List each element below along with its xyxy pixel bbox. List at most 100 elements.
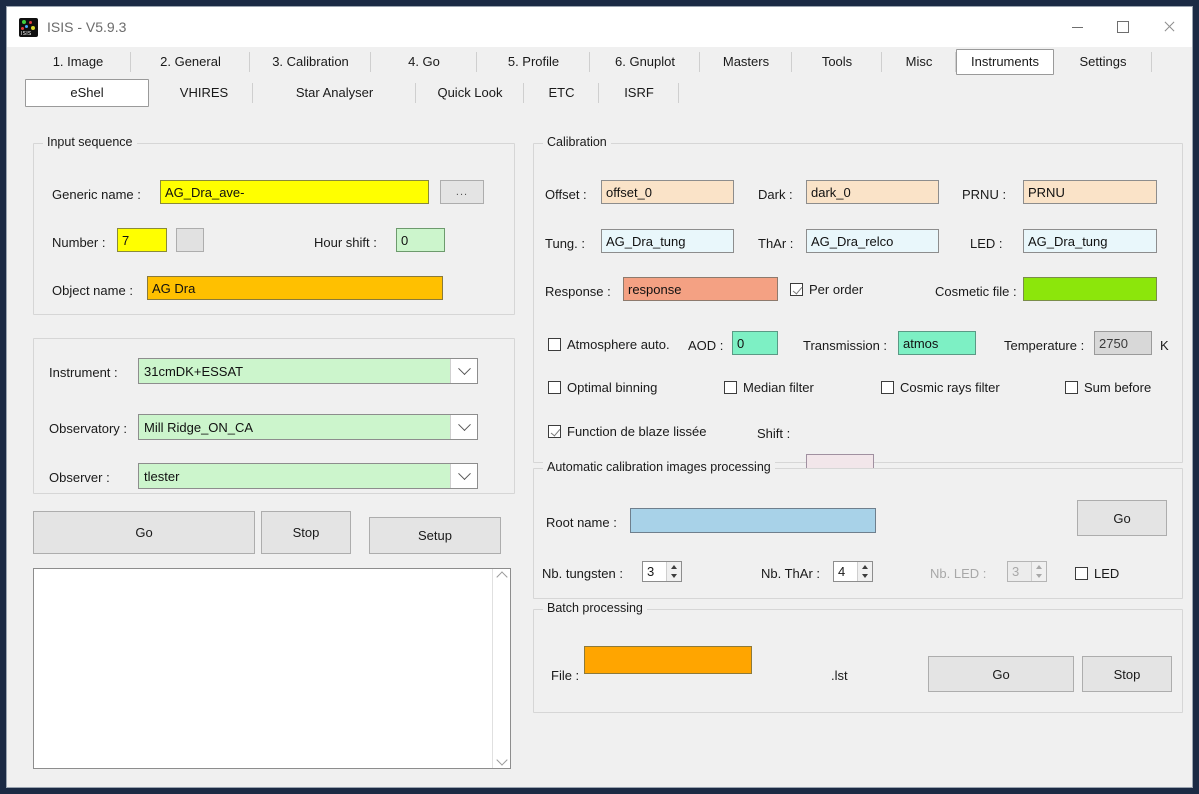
- number-input[interactable]: 7: [117, 228, 167, 252]
- observer-select[interactable]: tlester: [138, 463, 478, 489]
- nb-thar-spinner[interactable]: 4: [833, 561, 873, 582]
- tab-isrf[interactable]: ISRF: [599, 80, 679, 106]
- tab-masters[interactable]: Masters: [700, 49, 792, 75]
- spinner-arrows[interactable]: [666, 562, 681, 581]
- log-scrollbar[interactable]: [492, 569, 510, 768]
- log-content[interactable]: [34, 569, 492, 768]
- batch-processing-legend: Batch processing: [543, 601, 647, 615]
- cosmetic-file-input[interactable]: [1023, 277, 1157, 301]
- tab-label: 1. Image: [53, 54, 104, 69]
- tab-instruments[interactable]: Instruments: [956, 49, 1054, 75]
- object-name-input[interactable]: AG Dra: [147, 276, 443, 300]
- tab-go[interactable]: 4. Go: [371, 49, 477, 75]
- batch-file-input[interactable]: [584, 646, 752, 674]
- sum-before-checkbox[interactable]: Sum before: [1065, 380, 1151, 395]
- checkbox-box: [1075, 567, 1088, 580]
- batch-processing-group: Batch processing File : .lst Go Stop: [533, 609, 1183, 713]
- spinner-up-icon[interactable]: [858, 562, 872, 572]
- transmission-input[interactable]: atmos: [898, 331, 976, 355]
- nb-thar-label: Nb. ThAr :: [761, 566, 820, 581]
- batch-stop-button[interactable]: Stop: [1082, 656, 1172, 692]
- tab-image[interactable]: 1. Image: [25, 49, 131, 75]
- spinner-down-icon: [1032, 572, 1046, 582]
- blaze-function-checkbox[interactable]: Function de blaze lissée: [548, 424, 706, 439]
- log-textarea[interactable]: [33, 568, 511, 769]
- maximize-icon: [1117, 21, 1129, 33]
- tab-etc[interactable]: ETC: [524, 80, 599, 106]
- spinner-up-icon[interactable]: [667, 562, 681, 572]
- tab-tools[interactable]: Tools: [792, 49, 882, 75]
- generic-name-input[interactable]: AG_Dra_ave-: [160, 180, 429, 204]
- tab-vhires[interactable]: VHIRES: [155, 80, 253, 106]
- cosmetic-file-label: Cosmetic file :: [935, 284, 1017, 299]
- checkbox-box: [881, 381, 894, 394]
- close-button[interactable]: [1146, 7, 1192, 47]
- thar-input[interactable]: AG_Dra_relco: [806, 229, 939, 253]
- spinner-arrows[interactable]: [857, 562, 872, 581]
- tab-row-primary: 1. Image 2. General 3. Calibration 4. Go…: [7, 47, 1192, 77]
- per-order-label: Per order: [809, 282, 863, 297]
- tab-label: Misc: [906, 54, 933, 69]
- close-icon: [1163, 21, 1175, 33]
- maximize-button[interactable]: [1100, 7, 1146, 47]
- batch-go-button[interactable]: Go: [928, 656, 1074, 692]
- median-filter-checkbox[interactable]: Median filter: [724, 380, 814, 395]
- instrument-value: 31cmDK+ESSAT: [139, 364, 450, 379]
- tab-label: Quick Look: [437, 85, 502, 100]
- spinner-down-icon[interactable]: [667, 572, 681, 582]
- window-title: ISIS - V5.9.3: [47, 19, 126, 35]
- tab-general[interactable]: 2. General: [131, 49, 250, 75]
- minimize-button[interactable]: [1054, 7, 1100, 47]
- chevron-down-icon[interactable]: [450, 464, 477, 488]
- dark-input[interactable]: dark_0: [806, 180, 939, 204]
- scroll-up-icon[interactable]: [496, 571, 507, 582]
- offset-input[interactable]: offset_0: [601, 180, 734, 204]
- spinner-arrows: [1031, 562, 1046, 581]
- hour-shift-input[interactable]: 0: [396, 228, 445, 252]
- nb-thar-value: 4: [834, 562, 857, 581]
- browse-button[interactable]: ...: [440, 180, 484, 204]
- tab-bars: 1. Image 2. General 3. Calibration 4. Go…: [7, 47, 1192, 109]
- per-order-checkbox[interactable]: Per order: [790, 282, 863, 297]
- tab-misc[interactable]: Misc: [882, 49, 956, 75]
- optimal-binning-checkbox[interactable]: Optimal binning: [548, 380, 657, 395]
- chevron-down-icon[interactable]: [450, 359, 477, 383]
- aod-input[interactable]: 0: [732, 331, 778, 355]
- scroll-down-icon[interactable]: [496, 754, 507, 765]
- nb-tungsten-spinner[interactable]: 3: [642, 561, 682, 582]
- tab-gnuplot[interactable]: 6. Gnuplot: [590, 49, 700, 75]
- tab-settings[interactable]: Settings: [1054, 49, 1152, 75]
- cosmic-rays-filter-checkbox[interactable]: Cosmic rays filter: [881, 380, 1000, 395]
- tab-row-secondary: eShel VHIRES Star Analyser Quick Look ET…: [7, 77, 1192, 109]
- auto-calibration-go-button[interactable]: Go: [1077, 500, 1167, 536]
- isis-app-icon: ISIS: [19, 18, 38, 37]
- calibration-group: Calibration Offset : offset_0 Dark : dar…: [533, 143, 1183, 463]
- led-label: LED :: [970, 236, 1003, 251]
- tab-calibration[interactable]: 3. Calibration: [250, 49, 371, 75]
- calibration-legend: Calibration: [543, 135, 611, 149]
- tab-eshel[interactable]: eShel: [25, 79, 149, 107]
- spinner-down-icon[interactable]: [858, 572, 872, 582]
- instrument-select[interactable]: 31cmDK+ESSAT: [138, 358, 478, 384]
- tab-quick-look[interactable]: Quick Look: [416, 80, 524, 106]
- thar-label: ThAr :: [758, 236, 793, 251]
- led-input[interactable]: AG_Dra_tung: [1023, 229, 1157, 253]
- tab-profile[interactable]: 5. Profile: [477, 49, 590, 75]
- atmosphere-auto-checkbox[interactable]: Atmosphere auto.: [548, 337, 670, 352]
- response-input[interactable]: response: [623, 277, 778, 301]
- auto-calibration-legend: Automatic calibration images processing: [543, 460, 775, 474]
- observatory-select[interactable]: Mill Ridge_ON_CA: [138, 414, 478, 440]
- led-checkbox[interactable]: LED: [1075, 566, 1119, 581]
- setup-button[interactable]: Setup: [369, 517, 501, 554]
- prnu-input[interactable]: PRNU: [1023, 180, 1157, 204]
- go-button[interactable]: Go: [33, 511, 255, 554]
- tab-label: VHIRES: [180, 85, 228, 100]
- tung-input[interactable]: AG_Dra_tung: [601, 229, 734, 253]
- number-spacer-button[interactable]: [176, 228, 204, 252]
- stop-button[interactable]: Stop: [261, 511, 351, 554]
- cosmic-rays-filter-label: Cosmic rays filter: [900, 380, 1000, 395]
- tab-label: Settings: [1080, 54, 1127, 69]
- tab-star-analyser[interactable]: Star Analyser: [253, 80, 416, 106]
- chevron-down-icon[interactable]: [450, 415, 477, 439]
- root-name-input[interactable]: [630, 508, 876, 533]
